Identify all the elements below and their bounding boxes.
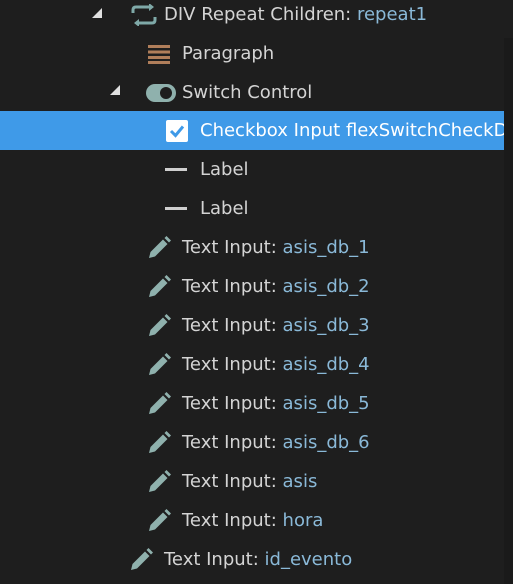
tree-item-label: Text Input: bbox=[182, 471, 283, 492]
pencil-icon bbox=[145, 267, 173, 306]
tree-item-value: asis_db_4 bbox=[282, 354, 370, 375]
tree-item-label: Switch Control bbox=[182, 82, 313, 103]
tree-item-label: Checkbox Input flexSwitchCheckDefa bbox=[200, 120, 513, 141]
tree-item-repeat[interactable]: DIV Repeat Children: repeat1 bbox=[0, 0, 513, 34]
checkbox-checked-icon bbox=[165, 111, 189, 150]
tree-item-value: repeat1 bbox=[356, 4, 428, 25]
pencil-icon bbox=[145, 306, 173, 345]
expand-caret-icon[interactable] bbox=[92, 8, 102, 18]
tree-item-label: Text Input: bbox=[182, 393, 283, 414]
component-tree: DIV Repeat Children: repeat1 Paragraph S… bbox=[0, 0, 513, 584]
tree-item-label: Text Input: bbox=[182, 237, 283, 258]
tree-item-value: asis_db_1 bbox=[282, 237, 370, 258]
paragraph-icon bbox=[147, 34, 171, 73]
tree-item-label: DIV Repeat Children: bbox=[164, 4, 357, 25]
tree-item-label: Text Input: bbox=[182, 276, 283, 297]
tree-item-value: asis_db_5 bbox=[282, 393, 370, 414]
pencil-icon bbox=[145, 501, 173, 540]
tree-item-text-input[interactable]: Text Input: asis_db_5 bbox=[0, 384, 513, 423]
pencil-icon bbox=[145, 345, 173, 384]
dash-icon bbox=[165, 150, 187, 189]
pencil-icon bbox=[145, 423, 173, 462]
expand-caret-icon[interactable] bbox=[110, 85, 120, 95]
repeat-icon bbox=[128, 0, 160, 34]
tree-item-value: id_evento bbox=[264, 549, 353, 570]
tree-item-switch-control[interactable]: Switch Control bbox=[0, 73, 513, 112]
tree-item-text-input[interactable]: Text Input: asis_db_3 bbox=[0, 306, 513, 345]
tree-item-value: hora bbox=[282, 510, 324, 531]
tree-item-value: asis_db_2 bbox=[282, 276, 370, 297]
tree-item-text-input[interactable]: Text Input: asis_db_6 bbox=[0, 423, 513, 462]
pencil-icon bbox=[127, 540, 155, 579]
tree-item-label: Text Input: bbox=[182, 510, 283, 531]
tree-item-label: Text Input: bbox=[182, 354, 283, 375]
tree-item-label: Paragraph bbox=[182, 43, 275, 64]
tree-item-text-input[interactable]: Text Input: asis_db_1 bbox=[0, 228, 513, 267]
pencil-icon bbox=[145, 228, 173, 267]
tree-item-label-2[interactable]: Label bbox=[0, 189, 513, 228]
tree-item-paragraph[interactable]: Paragraph bbox=[0, 34, 513, 73]
toggle-switch-icon bbox=[145, 73, 177, 112]
tree-item-value: asis_db_3 bbox=[282, 315, 370, 336]
tree-item-text-input[interactable]: Text Input: asis bbox=[0, 462, 513, 501]
tree-item-checkbox-input[interactable]: Checkbox Input flexSwitchCheckDefa bbox=[0, 111, 513, 150]
tree-item-value: asis_db_6 bbox=[282, 432, 370, 453]
tree-item-text-input[interactable]: Text Input: hora bbox=[0, 501, 513, 540]
pencil-icon bbox=[145, 384, 173, 423]
tree-item-text-input-id-evento[interactable]: Text Input: id_evento bbox=[0, 540, 513, 579]
dash-icon bbox=[165, 189, 187, 228]
vertical-scrollbar[interactable] bbox=[504, 38, 513, 584]
tree-item-text-input[interactable]: Text Input: asis_db_4 bbox=[0, 345, 513, 384]
tree-item-label: Label bbox=[200, 159, 249, 180]
tree-item-label: Text Input: bbox=[182, 315, 283, 336]
tree-item-label-1[interactable]: Label bbox=[0, 150, 513, 189]
tree-item-label: Text Input: bbox=[182, 432, 283, 453]
pencil-icon bbox=[145, 462, 173, 501]
tree-item-value: asis bbox=[282, 471, 318, 492]
tree-item-label: Label bbox=[200, 198, 249, 219]
tree-item-text-input[interactable]: Text Input: asis_db_2 bbox=[0, 267, 513, 306]
tree-item-label: Text Input: bbox=[164, 549, 265, 570]
